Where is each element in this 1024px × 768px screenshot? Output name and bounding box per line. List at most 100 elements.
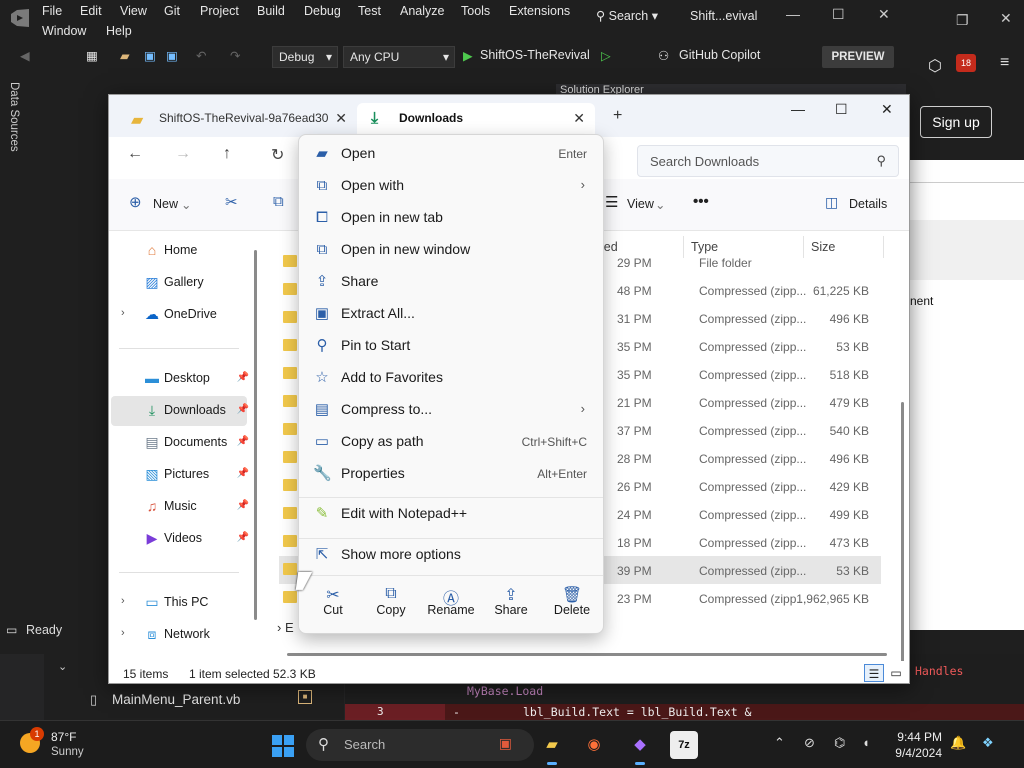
pin-icon[interactable]: 📌 (237, 500, 249, 511)
platform-select[interactable]: Any CPU ▾ (343, 46, 455, 68)
back-icon[interactable]: ← (127, 145, 143, 163)
more-options-icon[interactable]: ••• (693, 193, 709, 210)
menu-help[interactable]: Help (106, 24, 132, 38)
menu-item-compress-to[interactable]: ▤ Compress to... › (303, 395, 599, 425)
minimize-icon[interactable]: — (791, 101, 805, 117)
menu-item-open[interactable]: ▰ Open Enter (303, 139, 599, 169)
new-project-icon[interactable]: ▦ (86, 48, 98, 63)
notification-badge[interactable]: 18 (956, 54, 976, 72)
sidebar-item-home[interactable]: ⌂ Home (111, 236, 247, 266)
data-sources-tab[interactable]: Data Sources (8, 82, 20, 152)
copilot-button[interactable]: GitHub Copilot (679, 48, 760, 62)
horizontal-scrollbar[interactable] (287, 653, 887, 656)
sidebar-item-videos[interactable]: ▶ Videos 📌 (111, 524, 249, 554)
menu-item-pin-to-start[interactable]: ⚲ Pin to Start (303, 331, 599, 361)
tab-downloads[interactable]: ⤓ Downloads ✕ (357, 103, 595, 137)
sidebar-item-downloads[interactable]: ⤓ Downloads 📌 (111, 396, 249, 426)
menu-item-add-to-favorites[interactable]: ☆ Add to Favorites (303, 363, 599, 393)
menu-window[interactable]: Window (42, 24, 86, 38)
play-outline-icon[interactable]: ▷ (601, 48, 611, 63)
vs-search-button[interactable]: ⚲ Search ▾ (596, 8, 658, 23)
open-folder-icon[interactable]: ▰ (120, 48, 130, 63)
copilot-icon[interactable]: ❖ (982, 735, 994, 751)
maximize-icon[interactable]: ☐ (832, 6, 845, 23)
minimize-icon[interactable]: — (786, 6, 800, 22)
sidebar-item-this-pc[interactable]: › ▭ This PC (111, 588, 247, 618)
chevron-right-icon[interactable]: › (121, 595, 125, 607)
sidebar-item-network[interactable]: › ⧈ Network (111, 620, 247, 650)
pin-icon[interactable]: 📌 (237, 532, 249, 543)
sidebar-item-pictures[interactable]: ▧ Pictures 📌 (111, 460, 249, 490)
file-explorer-app-icon[interactable]: ▰ (538, 731, 566, 765)
close-tab-icon[interactable]: ✕ (573, 110, 585, 127)
sidebar-scrollbar[interactable] (254, 250, 257, 620)
new-tab-icon[interactable]: + (613, 107, 622, 125)
group-header[interactable]: › E (277, 620, 294, 635)
content-scrollbar[interactable] (901, 402, 904, 683)
pin-icon[interactable]: 📌 (237, 404, 249, 415)
sidebar-item-gallery[interactable]: ▨ Gallery (111, 268, 247, 298)
menu-analyze[interactable]: Analyze (400, 4, 444, 18)
menu-item-show-more-options[interactable]: ⇱ Show more options (303, 540, 599, 570)
close-icon[interactable]: ✕ (878, 6, 890, 23)
pin-icon[interactable]: 📌 (237, 468, 249, 479)
notification-bell-icon[interactable]: 🔔 (950, 735, 966, 751)
play-icon[interactable]: ▶ (463, 48, 473, 63)
sidebar-item-documents[interactable]: ▤ Documents 📌 (111, 428, 249, 458)
hamburger-menu-icon[interactable]: ≡ (1000, 54, 1009, 72)
copy-button[interactable]: ⧉ Copy (363, 577, 419, 633)
7zip-app-icon[interactable]: 7z (670, 731, 698, 759)
menu-item-copy-as-path[interactable]: ▭ Copy as path Ctrl+Shift+C (303, 427, 599, 457)
menu-build[interactable]: Build (257, 4, 285, 18)
cut-icon[interactable]: ✂ (225, 193, 238, 211)
restore-icon[interactable]: ❐ (956, 12, 969, 29)
share-button[interactable]: ⇪ Share (483, 577, 539, 633)
visual-studio-app-icon[interactable]: ◆ (626, 731, 654, 765)
details-button[interactable]: Details (849, 197, 887, 211)
up-icon[interactable]: ↑ (223, 145, 231, 163)
weather-temperature[interactable]: 87°F (51, 730, 76, 744)
chevron-right-icon[interactable]: › (121, 627, 125, 639)
volume-icon[interactable]: ◖ (862, 735, 870, 750)
firefox-app-icon[interactable]: ◉ (580, 731, 608, 759)
menu-debug[interactable]: Debug (304, 4, 341, 18)
sidebar-item-desktop[interactable]: ▬ Desktop 📌 (111, 364, 249, 394)
menu-item-open-with[interactable]: ⧉ Open with › (303, 171, 599, 201)
delete-button[interactable]: 🗑 Delete (544, 577, 600, 633)
menu-test[interactable]: Test (358, 4, 381, 18)
menu-item-edit-with-notepad[interactable]: ✎ Edit with Notepad++ (303, 499, 599, 529)
config-select[interactable]: Debug ▾ (272, 46, 338, 68)
preview-button[interactable]: PREVIEW (822, 46, 894, 68)
menu-item-properties[interactable]: 🔧 Properties Alt+Enter (303, 459, 599, 489)
menu-item-share[interactable]: ⇪ Share (303, 267, 599, 297)
tab-zip-folder[interactable]: ▰ ShiftOS-TheRevival-9a76ead30 ✕ (117, 103, 357, 137)
taskbar-search[interactable]: ⚲ Search ▣ (306, 729, 534, 761)
sign-up-button[interactable]: Sign up (920, 106, 992, 138)
save-all-icon[interactable]: ▣ (166, 48, 178, 63)
forward-icon[interactable]: → (175, 145, 191, 163)
menu-extensions[interactable]: Extensions (509, 4, 570, 18)
clock-date[interactable]: 9/4/2024 (892, 746, 942, 760)
save-icon[interactable]: ▣ (144, 48, 156, 63)
run-target-button[interactable]: ShiftOS-TheRevival (480, 48, 590, 62)
menu-item-open-in-new-tab[interactable]: ⧠ Open in new tab (303, 203, 599, 233)
network-icon[interactable]: ⌬ (834, 735, 845, 751)
extensions-icon[interactable]: ⬡ (928, 56, 942, 76)
close-icon[interactable]: ✕ (881, 101, 893, 118)
copy-icon[interactable]: ⧉ (273, 193, 284, 210)
redo-icon[interactable]: ↷ (230, 48, 240, 63)
chevron-down-icon[interactable]: ⌄ (58, 660, 67, 673)
pin-icon[interactable]: 📌 (237, 372, 249, 383)
weather-condition[interactable]: Sunny (51, 746, 84, 758)
chevron-right-icon[interactable]: › (121, 307, 125, 319)
menu-file[interactable]: File (42, 4, 62, 18)
rename-button[interactable]: Ⓐ Rename (423, 577, 479, 633)
chevron-up-icon[interactable]: ⌃ (774, 735, 785, 751)
menu-item-open-in-new-window[interactable]: ⧉ Open in new window (303, 235, 599, 265)
menu-item-extract-all[interactable]: ▣ Extract All... (303, 299, 599, 329)
new-button[interactable]: New (153, 197, 178, 211)
tiles-view-icon[interactable]: ▭ (886, 664, 906, 682)
clock-time[interactable]: 9:44 PM (896, 730, 942, 744)
back-nav-icon[interactable]: ◀ (20, 48, 30, 63)
refresh-icon[interactable]: ↻ (271, 145, 284, 165)
